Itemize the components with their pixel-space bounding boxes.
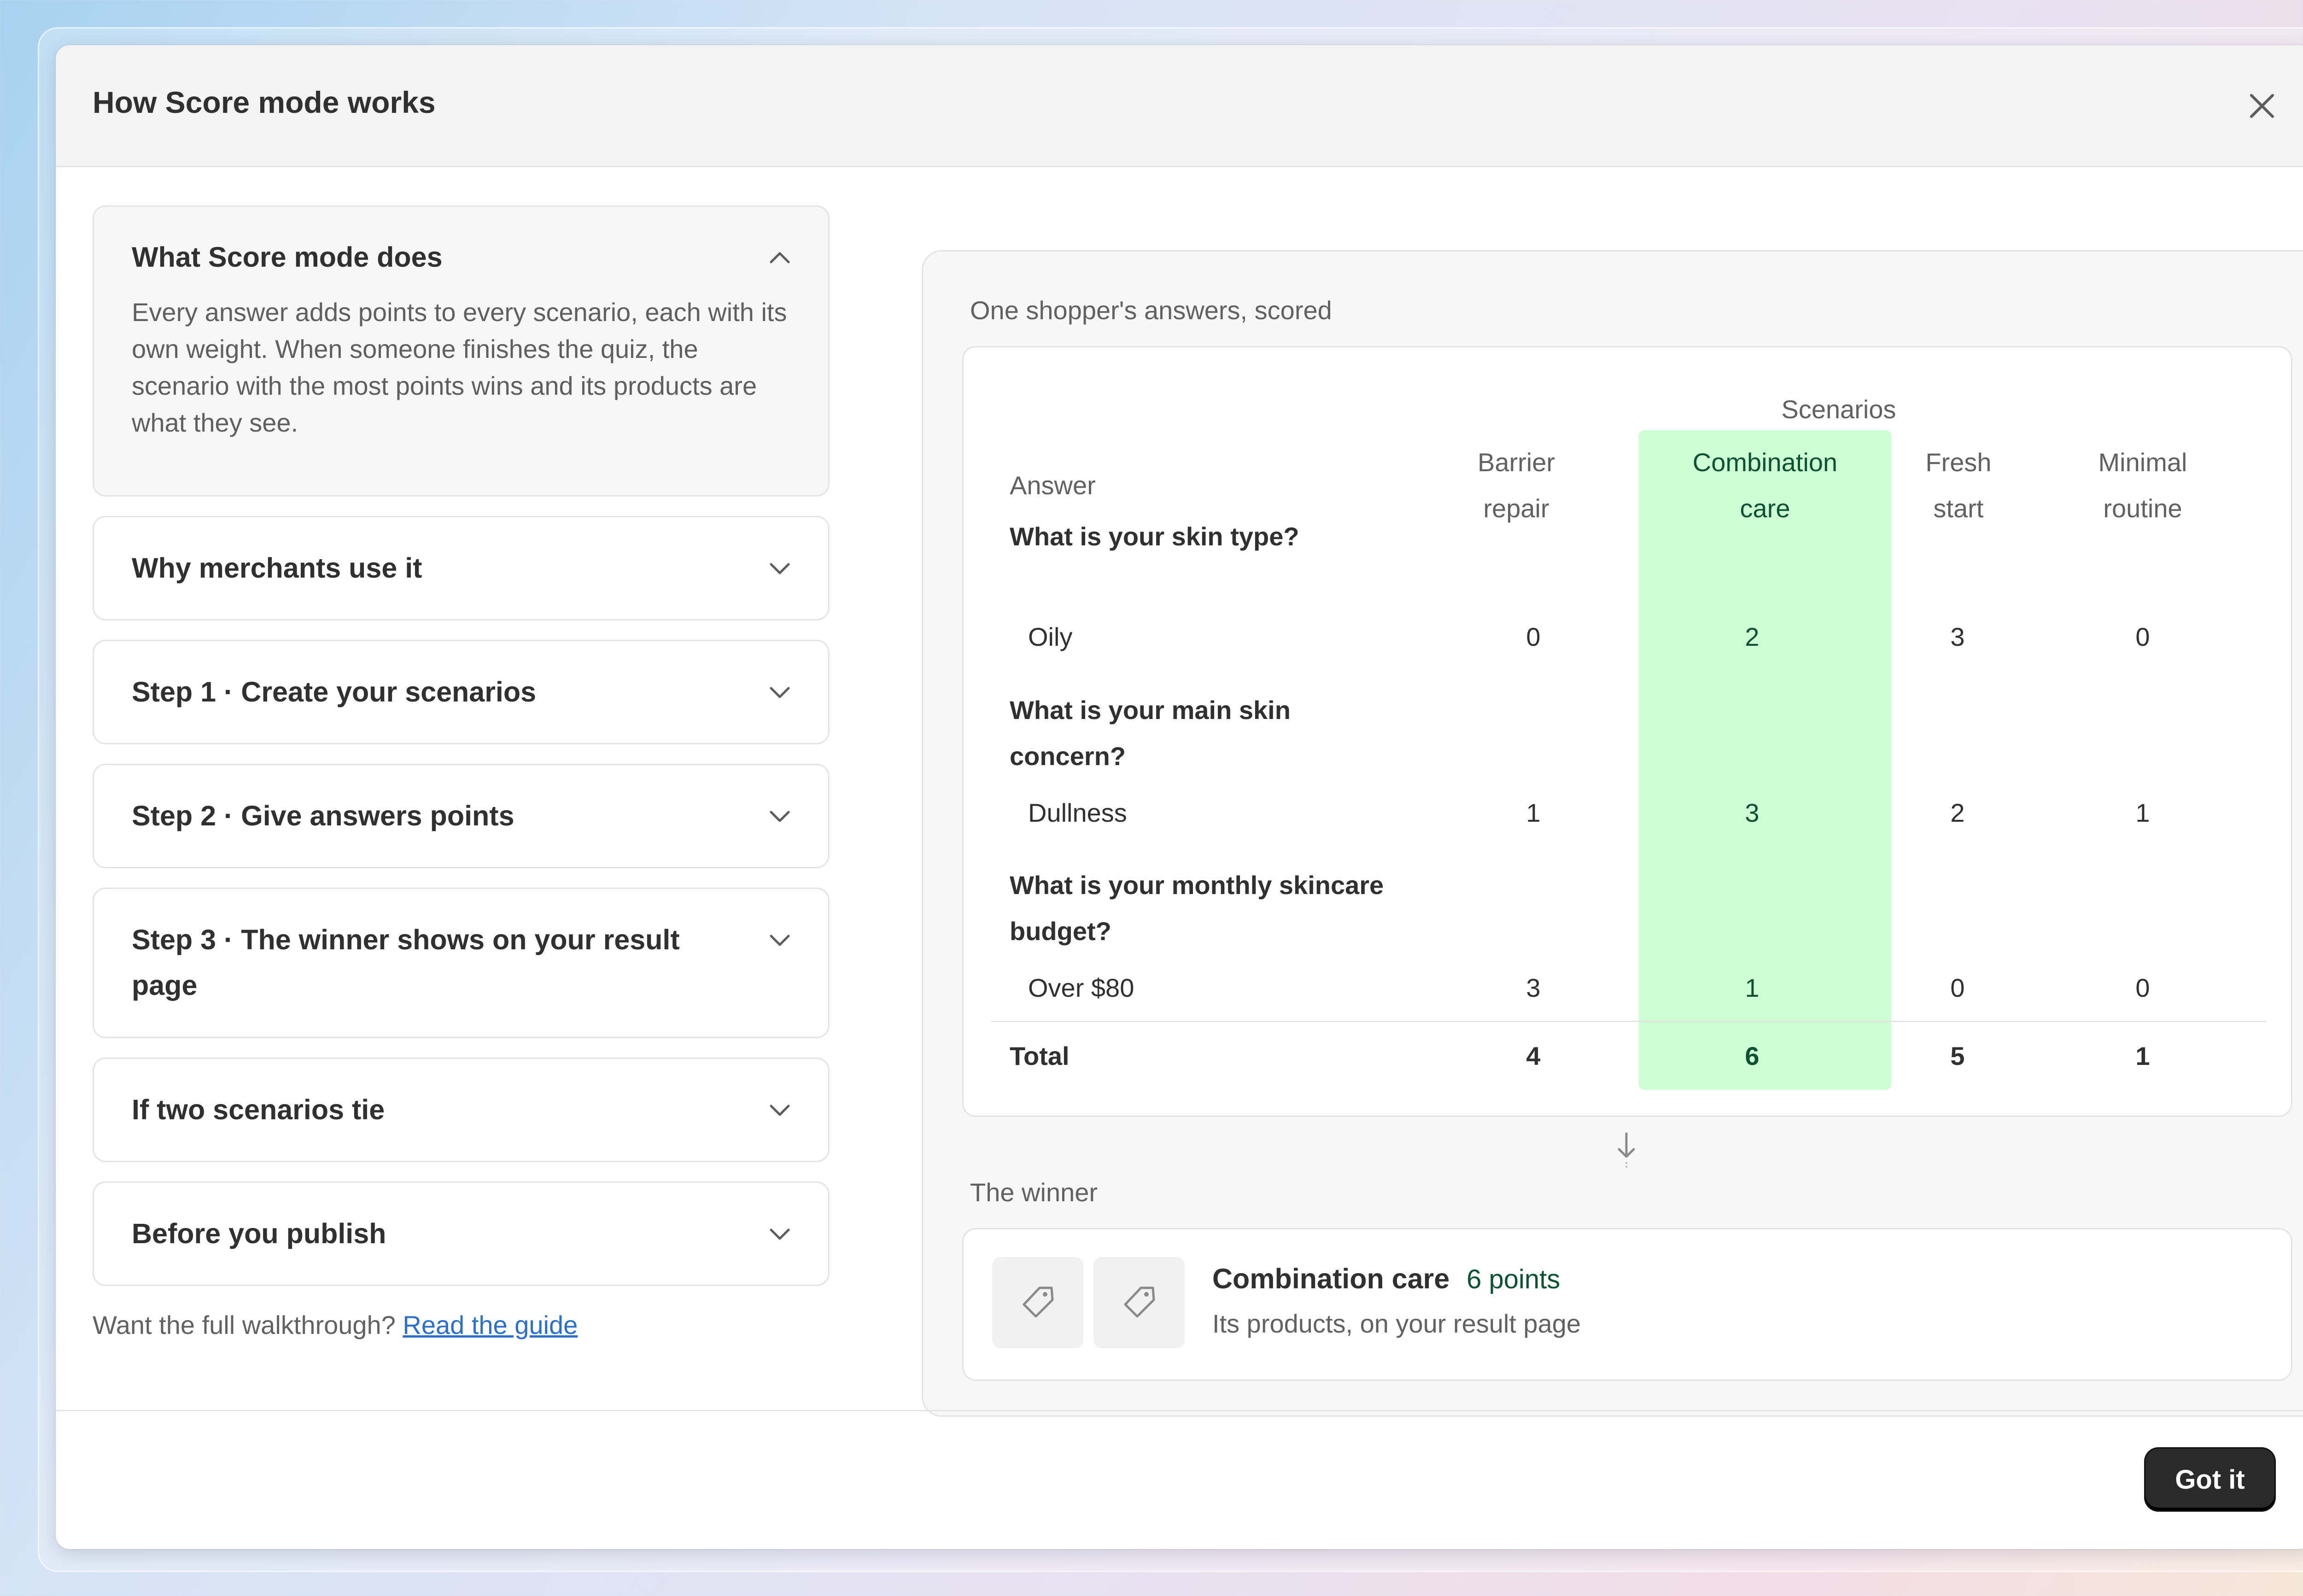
score-table: Scenarios Answer Barrier repair Combinat… — [962, 346, 2292, 1117]
accordion-if-two-scenarios-tie[interactable]: If two scenarios tie — [93, 1058, 830, 1162]
total-cell: 6 — [1745, 1041, 1759, 1070]
answer-over-80: Over $80 — [1028, 973, 1134, 1002]
accordion-step-1[interactable]: Step 1 · Create your scenarios — [93, 640, 830, 744]
winner-title-line: Combination care 6 points — [1212, 1263, 1560, 1295]
total-label: Total — [1010, 1041, 1070, 1070]
column-header-barrier-repair: Barrier repair — [1477, 448, 1555, 523]
total-divider — [991, 1021, 2266, 1022]
accordion-what-score-mode-does: What Score mode does Every answer adds p… — [93, 205, 830, 497]
close-icon — [2250, 94, 2274, 118]
answer-dullness: Dullness — [1028, 798, 1127, 827]
chevron-up-icon — [764, 234, 796, 280]
score-cell: 1 — [2135, 798, 2150, 827]
accordion-header[interactable]: Before you publish — [94, 1183, 828, 1257]
score-cell: 3 — [1950, 622, 1965, 651]
total-cell: 5 — [1950, 1041, 1965, 1070]
column-header-minimal-routine: Minimal routine — [2098, 448, 2187, 523]
winner-label: The winner — [970, 1178, 1098, 1207]
score-cell: 1 — [1526, 798, 1541, 827]
got-it-button[interactable]: Got it — [2145, 1449, 2274, 1510]
scenarios-header: Scenarios — [1781, 395, 1896, 424]
accordion-header[interactable]: Step 2 · Give answers points — [94, 765, 828, 839]
chevron-down-icon — [764, 545, 796, 591]
score-cell: 2 — [1745, 622, 1759, 651]
accordion-step-2[interactable]: Step 2 · Give answers points — [93, 764, 830, 868]
winner-card: Combination care 6 points Its products, … — [962, 1228, 2292, 1381]
accordion-step-3[interactable]: Step 3 · The winner shows on your result… — [93, 888, 830, 1038]
score-cell: 3 — [1526, 973, 1541, 1002]
score-cell: 0 — [2135, 973, 2150, 1002]
total-cell: 1 — [2135, 1041, 2150, 1070]
accordion-why-merchants-use-it[interactable]: Why merchants use it — [93, 516, 830, 620]
winner-name: Combination care — [1212, 1263, 1450, 1294]
read-the-guide-link[interactable]: Read the guide — [403, 1310, 578, 1339]
guide-prompt-text: Want the full walkthrough? — [93, 1310, 396, 1339]
question-monthly-budget: What is your monthly skincare budget? — [1010, 871, 1384, 946]
chevron-down-icon — [764, 793, 796, 839]
accordion-list: What Score mode does Every answer adds p… — [93, 205, 830, 1340]
accordion-header[interactable]: If two scenarios tie — [94, 1059, 828, 1133]
score-cell: 1 — [1745, 973, 1759, 1002]
question-skin-type: What is your skin type? — [1010, 522, 1299, 551]
accordion-header[interactable]: Why merchants use it — [94, 517, 828, 591]
chevron-down-icon — [764, 1087, 796, 1133]
accordion-title: What Score mode does — [132, 241, 443, 273]
accordion-title: Step 2 · Give answers points — [132, 800, 514, 831]
accordion-body: Every answer adds points to every scenar… — [132, 298, 787, 437]
example-label: One shopper's answers, scored — [970, 296, 1332, 325]
score-cell: 3 — [1745, 798, 1759, 827]
accordion-header[interactable]: What Score mode does — [94, 207, 828, 294]
tag-icon — [992, 1257, 1083, 1348]
modal-title: How Score mode works — [93, 85, 436, 119]
chevron-down-icon — [764, 1211, 796, 1257]
accordion-title: Before you publish — [132, 1218, 386, 1249]
score-cell: 0 — [1950, 973, 1965, 1002]
winner-points: 6 points — [1467, 1264, 1561, 1294]
guide-prompt: Want the full walkthrough? Read the guid… — [93, 1310, 830, 1340]
score-cell: 2 — [1950, 798, 1965, 827]
close-button[interactable] — [2239, 83, 2285, 129]
score-cell: 0 — [2135, 622, 2150, 651]
score-cell: 0 — [1526, 622, 1541, 651]
winner-description: Its products, on your result page — [1212, 1309, 1581, 1338]
column-header-combination-care: Combination care — [1692, 448, 1838, 523]
footer-divider — [56, 1410, 2303, 1411]
tag-icon — [1093, 1257, 1185, 1348]
accordion-title: If two scenarios tie — [132, 1094, 385, 1125]
example-panel: One shopper's answers, scored Scenarios … — [922, 250, 2303, 1417]
accordion-before-you-publish[interactable]: Before you publish — [93, 1181, 830, 1286]
question-main-skin-concern: What is your main skin concern? — [1010, 696, 1291, 771]
answer-oily: Oily — [1028, 622, 1073, 651]
answer-header: Answer — [1010, 471, 1096, 500]
accordion-title: Why merchants use it — [132, 552, 422, 584]
accordion-header[interactable]: Step 1 · Create your scenarios — [94, 641, 828, 715]
accordion-title: Step 1 · Create your scenarios — [132, 676, 537, 707]
chevron-down-icon — [764, 917, 796, 963]
chevron-down-icon — [764, 669, 796, 715]
arrow-down-icon — [1613, 1129, 1640, 1170]
column-header-fresh-start: Fresh start — [1925, 448, 1992, 523]
accordion-header[interactable]: Step 3 · The winner shows on your result… — [94, 889, 828, 1008]
total-cell: 4 — [1526, 1041, 1541, 1070]
accordion-title: Step 3 · The winner shows on your result… — [132, 924, 680, 1001]
modal-header: How Score mode works — [56, 45, 2303, 167]
score-mode-modal: How Score mode works What Score mode doe… — [56, 45, 2303, 1549]
